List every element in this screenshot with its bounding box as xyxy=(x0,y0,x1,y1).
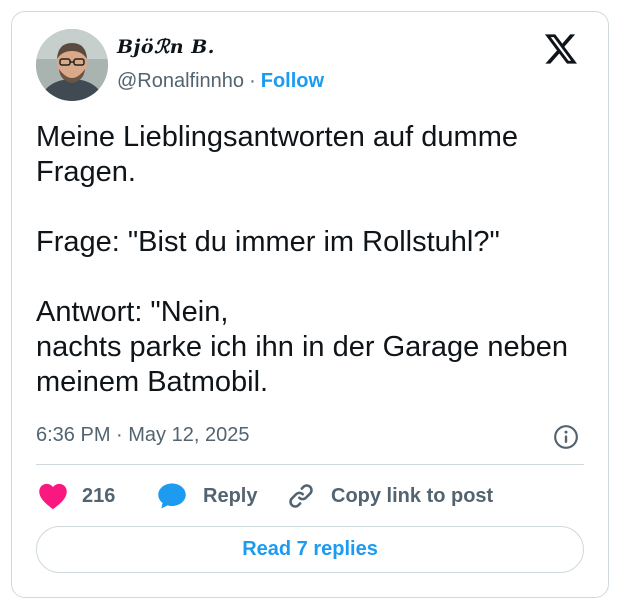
read-replies-button[interactable]: Read 7 replies xyxy=(36,526,584,573)
info-icon[interactable] xyxy=(553,424,579,450)
tweet-text: Meine Lieblingsantworten auf dumme Frage… xyxy=(36,121,569,398)
handle-separator: · xyxy=(249,70,256,92)
tweet-timestamp[interactable]: 6:36 PM · May 12, 2025 xyxy=(36,424,249,447)
follow-button[interactable]: Follow xyxy=(261,70,324,92)
avatar[interactable] xyxy=(36,29,108,101)
display-name[interactable]: Bjöℛn B. xyxy=(117,36,215,58)
reply-button[interactable]: Reply xyxy=(157,481,257,511)
user-handle[interactable]: @Ronalfinnho xyxy=(117,70,244,92)
copy-link-label: Copy link to post xyxy=(331,484,494,507)
avatar-image xyxy=(36,29,108,101)
reply-label: Reply xyxy=(203,484,258,507)
handle-row: @Ronalfinnho · Follow xyxy=(117,70,324,93)
x-logo-icon[interactable] xyxy=(545,34,577,64)
heart-icon xyxy=(39,483,67,510)
like-count: 216 xyxy=(82,484,116,507)
divider xyxy=(36,464,584,465)
copy-link-button[interactable]: Copy link to post xyxy=(287,481,493,511)
like-button[interactable]: 216 xyxy=(38,481,115,511)
link-icon xyxy=(289,484,313,508)
speech-bubble-icon xyxy=(158,483,186,509)
